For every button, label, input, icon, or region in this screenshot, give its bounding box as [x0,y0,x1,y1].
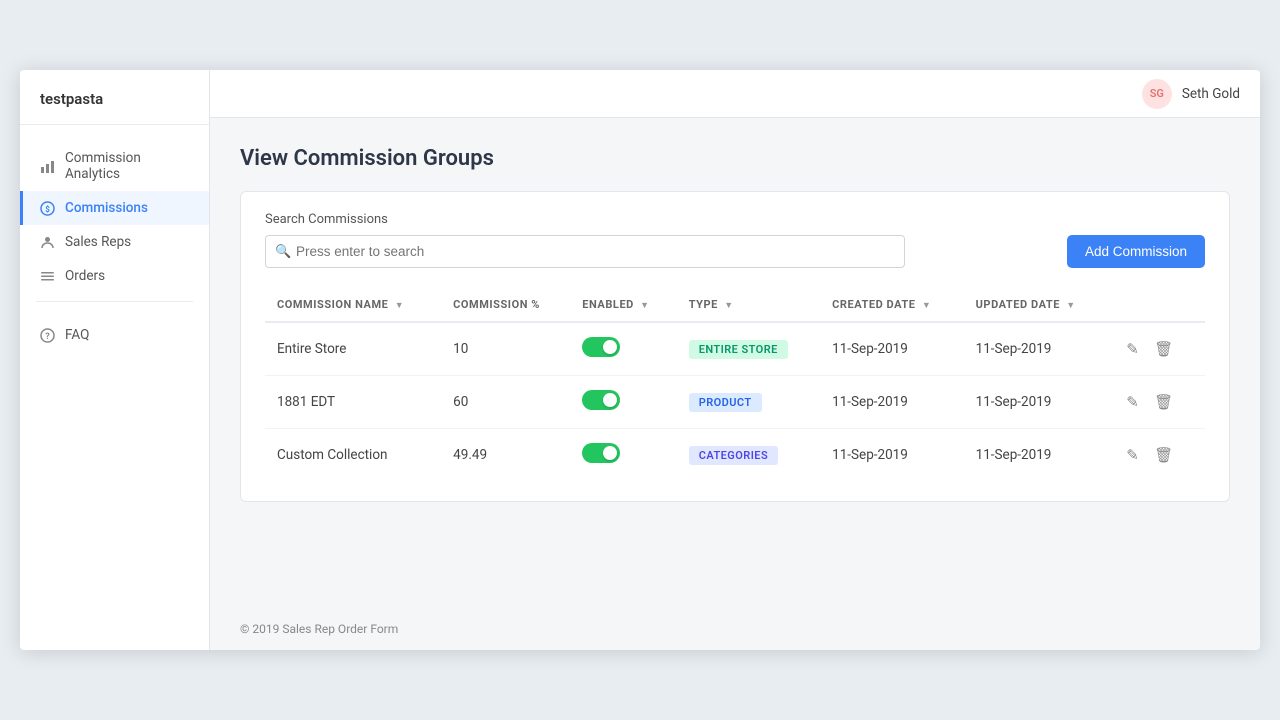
edit-button[interactable]: ✎ [1120,442,1145,468]
avatar: SG [1142,79,1172,109]
cell-percent: 10 [441,322,570,376]
edit-button[interactable]: ✎ [1120,336,1145,362]
add-commission-button[interactable]: Add Commission [1067,235,1205,268]
cell-type: ENTIRE STORE [677,322,820,376]
toggle-enabled[interactable] [582,390,620,410]
type-badge: PRODUCT [689,393,762,412]
cell-updated: 11-Sep-2019 [964,429,1109,482]
sidebar-label-faq: FAQ [65,327,89,343]
search-icon: 🔍 [275,244,291,259]
sort-icon-type: ▼ [724,301,733,311]
sort-icon-enabled: ▼ [640,301,649,311]
sidebar-item-faq[interactable]: ? FAQ [20,318,209,352]
col-name: COMMISSION NAME ▼ [265,288,441,322]
app-logo: testpasta [20,70,209,125]
table-row: Entire Store 10 ENTIRE STORE 11-Sep-2019… [265,322,1205,376]
sidebar-label-analytics: Commission Analytics [65,150,193,182]
cell-created: 11-Sep-2019 [820,429,964,482]
username: Seth Gold [1182,86,1240,102]
commissions-card: Search Commissions 🔍 Add Commission COMM… [240,191,1230,502]
cell-updated: 11-Sep-2019 [964,376,1109,429]
toggle-enabled[interactable] [582,337,620,357]
cell-percent: 60 [441,376,570,429]
page-title: View Commission Groups [240,146,1230,171]
footer-text: © 2019 Sales Rep Order Form [240,622,398,636]
cell-created: 11-Sep-2019 [820,322,964,376]
edit-button[interactable]: ✎ [1120,389,1145,415]
search-label: Search Commissions [265,212,1205,227]
delete-button[interactable]: 🗑 [1148,442,1179,468]
cell-name: 1881 EDT [265,376,441,429]
search-row: 🔍 Add Commission [265,235,1205,268]
cell-actions: ✎ 🗑 [1108,322,1205,376]
table-row: Custom Collection 49.49 CATEGORIES 11-Se… [265,429,1205,482]
col-created: CREATED DATE ▼ [820,288,964,322]
toggle-enabled[interactable] [582,443,620,463]
sort-icon-created: ▼ [922,301,931,311]
chart-icon [39,158,55,174]
type-badge: ENTIRE STORE [689,340,788,359]
sidebar-label-orders: Orders [65,268,105,284]
sort-icon-updated: ▼ [1066,301,1075,311]
cell-created: 11-Sep-2019 [820,376,964,429]
cell-percent: 49.49 [441,429,570,482]
cell-enabled[interactable] [570,376,676,429]
cell-name: Custom Collection [265,429,441,482]
sidebar-faq: ? FAQ [20,310,209,368]
person-icon [39,234,55,250]
col-percent: COMMISSION % [441,288,570,322]
sidebar-item-commissions[interactable]: $ Commissions [20,191,209,225]
col-updated: UPDATED DATE ▼ [964,288,1109,322]
cell-type: PRODUCT [677,376,820,429]
sidebar-label-commissions: Commissions [65,200,148,216]
cell-enabled[interactable] [570,322,676,376]
svg-text:$: $ [45,205,50,214]
commissions-table: COMMISSION NAME ▼ COMMISSION % ENABLED ▼ [265,288,1205,481]
sidebar: testpasta Commission Analytics $ [20,70,210,650]
footer: © 2019 Sales Rep Order Form [210,608,1260,650]
sidebar-item-sales-reps[interactable]: Sales Reps [20,225,209,259]
type-badge: CATEGORIES [689,446,778,465]
sort-icon-name: ▼ [395,301,404,311]
sidebar-divider [36,301,193,302]
top-header: SG Seth Gold [210,70,1260,118]
list-icon [39,268,55,284]
delete-button[interactable]: 🗑 [1148,336,1179,362]
cell-name: Entire Store [265,322,441,376]
cell-updated: 11-Sep-2019 [964,322,1109,376]
cell-enabled[interactable] [570,429,676,482]
main-content: View Commission Groups Search Commission… [210,118,1260,608]
sidebar-nav: Commission Analytics $ Commissions [20,133,209,650]
cell-type: CATEGORIES [677,429,820,482]
search-input[interactable] [265,235,905,268]
delete-button[interactable]: 🗑 [1148,389,1179,415]
sidebar-item-orders[interactable]: Orders [20,259,209,293]
table-row: 1881 EDT 60 PRODUCT 11-Sep-2019 11-Sep-2… [265,376,1205,429]
dollar-icon: $ [39,200,55,216]
help-icon: ? [39,327,55,343]
cell-actions: ✎ 🗑 [1108,376,1205,429]
sidebar-label-sales-reps: Sales Reps [65,234,131,250]
col-actions [1108,288,1205,322]
sidebar-item-analytics[interactable]: Commission Analytics [20,141,209,191]
svg-text:?: ? [45,332,50,342]
search-input-wrap: 🔍 [265,235,1055,268]
table-header: COMMISSION NAME ▼ COMMISSION % ENABLED ▼ [265,288,1205,322]
col-enabled: ENABLED ▼ [570,288,676,322]
cell-actions: ✎ 🗑 [1108,429,1205,482]
col-type: TYPE ▼ [677,288,820,322]
table-body: Entire Store 10 ENTIRE STORE 11-Sep-2019… [265,322,1205,481]
main-area: SG Seth Gold View Commission Groups Sear… [210,70,1260,650]
